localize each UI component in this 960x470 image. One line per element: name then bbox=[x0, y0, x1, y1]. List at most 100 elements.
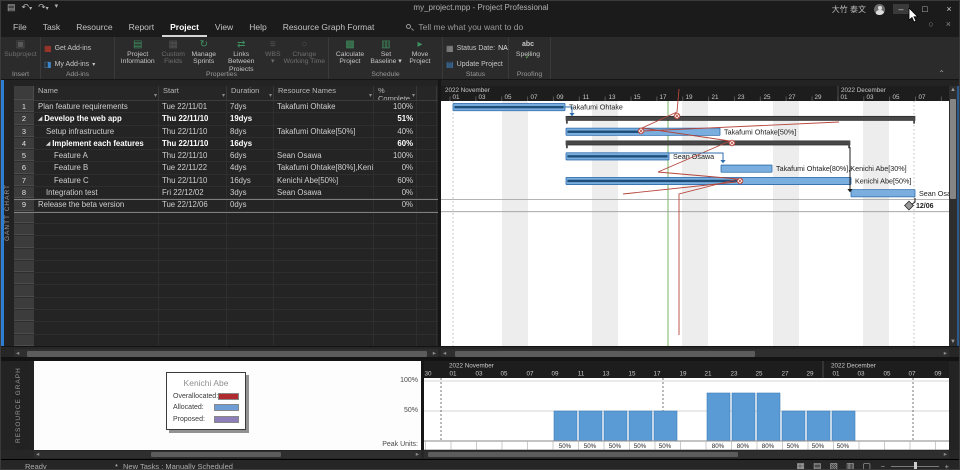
cell-start[interactable]: Thu 22/11/10 bbox=[159, 175, 227, 186]
cell-extra[interactable] bbox=[417, 175, 437, 186]
cell-complete[interactable]: 0% bbox=[374, 187, 417, 198]
cell-name[interactable]: Integration test bbox=[34, 187, 159, 198]
close-button[interactable]: × bbox=[941, 4, 957, 14]
ribbon-tab-project[interactable]: Project bbox=[162, 18, 207, 37]
task-usage-view-icon[interactable]: ▤ bbox=[813, 461, 822, 470]
scroll-right-icon[interactable]: ▸ bbox=[944, 450, 947, 458]
cell-extra[interactable] bbox=[417, 150, 437, 161]
table-row[interactable]: 9Release the beta versionTue 22/12/060dy… bbox=[14, 199, 438, 211]
scroll-up-icon[interactable]: ▲ bbox=[949, 87, 957, 93]
ribbon-tab-resource[interactable]: Resource bbox=[68, 18, 120, 37]
ribbon-tab-resource-graph-format[interactable]: Resource Graph Format bbox=[275, 18, 383, 37]
scroll-left-icon[interactable]: ◂ bbox=[36, 450, 39, 458]
filter-arrow-icon[interactable]: ▾ bbox=[154, 93, 157, 99]
ribbon-close-icon[interactable]: × bbox=[946, 19, 951, 29]
cell-extra[interactable] bbox=[417, 162, 437, 173]
cell-start[interactable]: Tue 22/11/01 bbox=[159, 101, 227, 112]
cell-complete[interactable]: 51% bbox=[374, 113, 417, 124]
my-add-ins-button[interactable]: ◨My Add-ins▾ bbox=[41, 57, 114, 71]
links-between-projects-button[interactable]: ⇄Links Between Projects bbox=[220, 39, 263, 71]
tell-me-search[interactable]: Tell me what you want to do bbox=[406, 22, 523, 32]
resource-sheet-view-icon[interactable]: ▥ bbox=[846, 461, 855, 470]
cell-complete[interactable]: 40% bbox=[374, 126, 417, 137]
cell-duration[interactable]: 8dys bbox=[227, 126, 274, 137]
cell-start[interactable]: Thu 22/11/10 bbox=[159, 138, 227, 149]
cell-complete[interactable]: 0% bbox=[374, 162, 417, 173]
table-row[interactable]: 5Feature AThu 22/11/106dysSean Osawa100% bbox=[14, 150, 438, 162]
cell-name[interactable]: ◢Develop the web app bbox=[34, 113, 159, 124]
cell-resource-names[interactable]: Sean Osawa bbox=[274, 187, 374, 198]
allocation-bar[interactable] bbox=[629, 411, 652, 441]
summary-bar[interactable] bbox=[566, 116, 915, 120]
new-tasks-mode[interactable]: New Tasks : Manually Scheduled bbox=[123, 462, 233, 470]
cell-resource-names[interactable] bbox=[274, 199, 374, 210]
table-row[interactable]: 4◢Implement each featuresThu 22/11/1016d… bbox=[14, 138, 438, 150]
user-name[interactable]: 大竹 泰文 bbox=[832, 4, 866, 15]
column-header-duration[interactable]: Duration▾ bbox=[227, 86, 274, 100]
team-planner-view-icon[interactable]: ▧ bbox=[829, 461, 838, 470]
cell-extra[interactable] bbox=[417, 187, 437, 198]
legend-hscroll-thumb[interactable] bbox=[151, 452, 281, 457]
cell-resource-names[interactable]: Takafumi Ohtake[50%] bbox=[274, 126, 374, 137]
table-row[interactable]: 3Setup infrastructureThu 22/11/108dysTak… bbox=[14, 126, 438, 138]
scroll-right-icon[interactable]: ▸ bbox=[944, 349, 947, 357]
cell-complete[interactable]: 60% bbox=[374, 175, 417, 186]
allocation-bar[interactable] bbox=[782, 411, 805, 441]
cell-duration[interactable]: 4dys bbox=[227, 162, 274, 173]
cell-duration[interactable]: 3dys bbox=[227, 187, 274, 198]
avatar[interactable] bbox=[874, 4, 885, 15]
filter-arrow-icon[interactable]: ▾ bbox=[412, 93, 415, 99]
cell-complete[interactable]: 0% bbox=[374, 199, 417, 210]
zoom-in-button[interactable]: + bbox=[945, 462, 949, 470]
cell-resource-names[interactable]: Takafumi Ohtake bbox=[274, 101, 374, 112]
cell-complete[interactable]: 100% bbox=[374, 101, 417, 112]
ribbon-tab-report[interactable]: Report bbox=[121, 18, 163, 37]
table-row[interactable]: 8Integration testFri 22/12/023dysSean Os… bbox=[14, 187, 438, 199]
graph-hscroll-thumb[interactable] bbox=[428, 452, 738, 457]
zoom-slider-thumb[interactable] bbox=[914, 462, 917, 470]
expand-triangle-icon[interactable]: ◢ bbox=[46, 141, 50, 147]
minimize-button[interactable]: – bbox=[893, 4, 909, 14]
cell-complete[interactable]: 100% bbox=[374, 150, 417, 161]
cell-duration[interactable]: 19dys bbox=[227, 113, 274, 124]
set-baseline-button[interactable]: ▥Set Baseline ▾ bbox=[369, 39, 403, 71]
spelling-button[interactable]: abc✓Spelling bbox=[511, 39, 545, 71]
cell-resource-names[interactable]: Takafumi Ohtake[80%],Kenic bbox=[274, 162, 374, 173]
cell-duration[interactable]: 16dys bbox=[227, 138, 274, 149]
cell-resource-names[interactable]: Kenichi Abe[50%] bbox=[274, 175, 374, 186]
zoom-out-button[interactable]: − bbox=[881, 462, 885, 470]
ribbon-tab-file[interactable]: File bbox=[5, 18, 35, 37]
table-row[interactable]: 7Feature CThu 22/11/1016dysKenichi Abe[5… bbox=[14, 175, 438, 187]
scroll-down-icon[interactable]: ▼ bbox=[949, 339, 957, 345]
cell-resource-names[interactable]: Sean Osawa bbox=[274, 150, 374, 161]
cell-name[interactable]: Setup infrastructure bbox=[34, 126, 159, 137]
gantt-chart-view-icon[interactable]: ▦ bbox=[796, 461, 805, 470]
table-row[interactable]: 2◢Develop the web appThu 22/11/1019dys51… bbox=[14, 113, 438, 125]
allocation-bar[interactable] bbox=[604, 411, 627, 441]
cell-start[interactable]: Thu 22/11/10 bbox=[159, 113, 227, 124]
column-header-start[interactable]: Start▾ bbox=[159, 86, 227, 100]
column-header-resource-names[interactable]: Resource Names▾ bbox=[274, 86, 374, 100]
filter-arrow-icon[interactable]: ▾ bbox=[222, 93, 225, 99]
allocation-bar[interactable] bbox=[554, 411, 577, 441]
cell-resource-names[interactable] bbox=[274, 138, 374, 149]
scroll-right-icon[interactable]: ▸ bbox=[433, 349, 436, 357]
cell-name[interactable]: Plan feature requirements bbox=[34, 101, 159, 112]
cell-duration[interactable]: 16dys bbox=[227, 175, 274, 186]
cell-name[interactable]: Release the beta version bbox=[34, 199, 159, 210]
table-row[interactable]: 6Feature BTue 22/11/224dysTakafumi Ohtak… bbox=[14, 162, 438, 174]
ribbon-tab-task[interactable]: Task bbox=[35, 18, 68, 37]
cell-start[interactable]: Tue 22/11/22 bbox=[159, 162, 227, 173]
scroll-right-icon[interactable]: ▸ bbox=[416, 450, 419, 458]
summary-bar[interactable] bbox=[566, 141, 850, 145]
expand-triangle-icon[interactable]: ◢ bbox=[38, 116, 42, 122]
cell-start[interactable]: Tue 22/12/06 bbox=[159, 199, 227, 210]
legend-hscrollbar[interactable]: ◂ ▸ bbox=[34, 451, 421, 458]
graph-hscrollbar[interactable]: ▸ bbox=[424, 451, 949, 458]
task-bar[interactable] bbox=[851, 190, 915, 197]
cell-name[interactable]: Feature C bbox=[34, 175, 159, 186]
filter-arrow-icon[interactable]: ▾ bbox=[369, 93, 372, 99]
vertical-scroll-thumb[interactable] bbox=[950, 99, 956, 199]
allocation-bar[interactable] bbox=[807, 411, 830, 441]
status-date-button[interactable]: ▦Status Date:NA bbox=[443, 41, 508, 55]
